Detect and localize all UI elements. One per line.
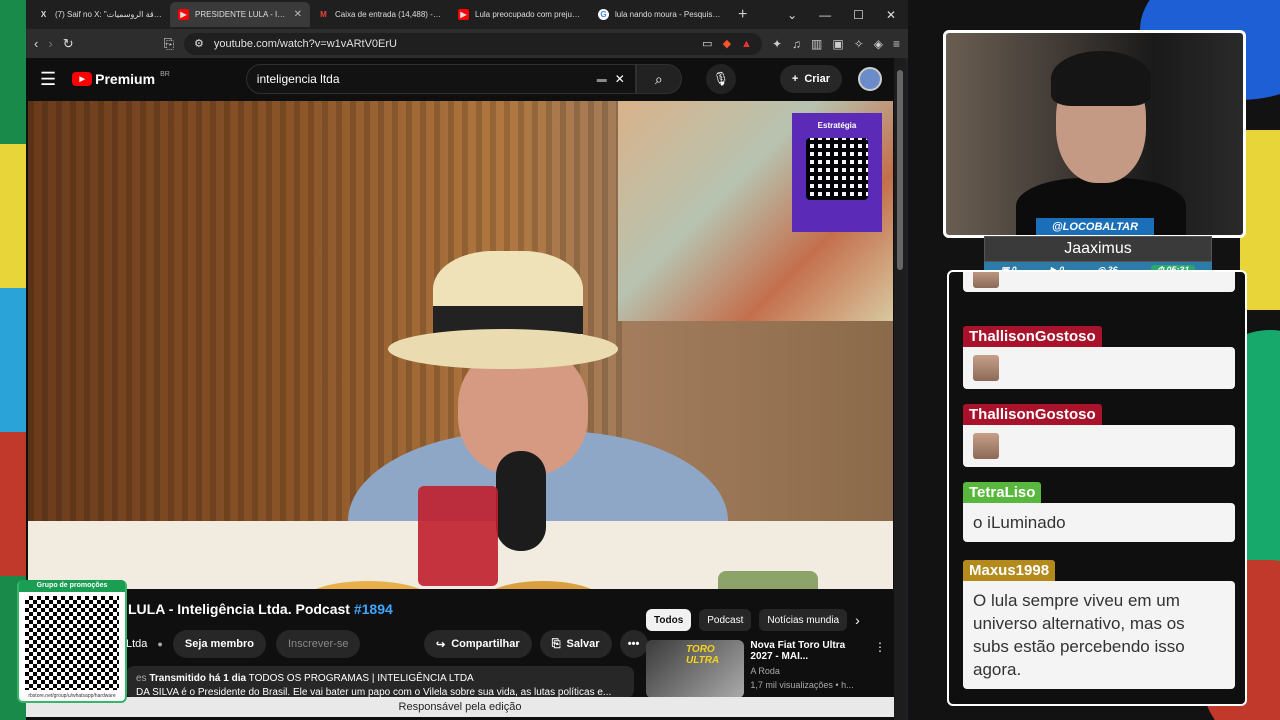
maximize-button[interactable]: ☐ (853, 8, 864, 22)
chat-message: ThallisonGostoso (963, 326, 1235, 389)
cast-icon[interactable]: ▭ (702, 37, 712, 50)
bookmark-save-icon: ⎘ (551, 637, 561, 650)
channel-row: Ltda ● Seja membro Inscrever-se (126, 630, 361, 658)
forward-icon[interactable]: › (48, 36, 52, 51)
recommended-video[interactable]: TORO ULTRA Nova Fiat Toro Ultra 2027 - M… (646, 640, 886, 700)
chat-message: ThallisonGostoso (963, 404, 1235, 467)
extensions-icon[interactable]: ✦ (772, 37, 782, 51)
browser-toolbar: ‹ › ↻ ⎘ ⚙ youtube.com/watch?v=w1vARtV0Er… (26, 29, 908, 58)
search-button[interactable]: ⌕ (635, 64, 682, 94)
plus-icon: + (791, 73, 799, 85)
page-scrollbar[interactable] (894, 58, 906, 720)
featured-name: Jaaximus (984, 236, 1212, 262)
share-icon: ↪ (436, 638, 446, 651)
more-actions-button[interactable]: ••• (619, 630, 648, 658)
subscribe-button[interactable]: Inscrever-se (275, 630, 361, 658)
face-emote-icon (973, 355, 999, 381)
share-button[interactable]: ↪ Compartilhar (424, 630, 532, 658)
search-icon: ⌕ (654, 70, 663, 87)
more-vert-icon[interactable]: ⋮ (874, 640, 886, 700)
sponsor-qr-overlay: Estratégia (792, 113, 882, 232)
chip-podcast[interactable]: Podcast (699, 609, 752, 631)
tab-google[interactable]: G lula nando moura - Pesquisa Go... (590, 2, 730, 27)
video-player[interactable]: Estratégia (28, 101, 893, 589)
youtube-icon: ▶ (458, 9, 469, 20)
chat-message: Maxus1998 O lula sempre viveu em um univ… (963, 560, 1235, 689)
address-bar[interactable]: ⚙ youtube.com/watch?v=w1vARtV0ErU ▭ ◆ ▲ (184, 32, 762, 55)
face-emote-icon (973, 272, 999, 288)
chat-message (963, 272, 1235, 292)
promo-qr-overlay: Grupo de promoções rbstore.net/group/u/w… (17, 580, 127, 703)
search-input[interactable]: inteligencia ltda ▬ ✕ (245, 64, 636, 94)
close-window-button[interactable]: ✕ (886, 8, 896, 22)
microphone-icon: 🎙 (712, 71, 730, 86)
chevron-right-icon[interactable]: › (855, 612, 860, 628)
promo-qr-code (25, 596, 119, 690)
bookmark-icon[interactable]: ⎘ (164, 36, 174, 52)
vpn-icon[interactable]: ◈ (874, 37, 883, 51)
hamburger-menu-icon[interactable]: ☰ (40, 69, 56, 90)
close-tab-icon[interactable]: ✕ (294, 9, 302, 20)
video-actions: ↪ Compartilhar ⎘ Salvar ••• (424, 630, 648, 658)
leo-icon[interactable]: ✧ (854, 37, 864, 51)
media-icon[interactable]: ♫ (792, 37, 801, 51)
join-button[interactable]: Seja membro (172, 630, 266, 658)
clear-search-icon[interactable]: ✕ (615, 72, 625, 86)
new-tab-button[interactable]: + (730, 6, 755, 24)
youtube-icon: ▶ (178, 9, 189, 20)
verified-icon: ● (157, 639, 163, 649)
back-icon[interactable]: ‹ (34, 36, 38, 51)
recommended-thumbnail[interactable]: TORO ULTRA (646, 640, 745, 698)
youtube-logo[interactable]: ▶ Premium BR (72, 71, 170, 87)
chip-all[interactable]: Todos (646, 609, 692, 631)
video-title: LULA - Inteligência Ltda. Podcast #1894 (128, 601, 393, 617)
chip-world-news[interactable]: Notícias mundia (759, 609, 848, 631)
wallet-icon[interactable]: ▣ (832, 37, 843, 51)
youtube-header: ☰ ▶ Premium BR inteligencia ltda ▬ ✕ ⌕ 🎙… (26, 58, 896, 100)
gmail-icon: M (320, 10, 327, 19)
voice-search-button[interactable]: 🎙 (705, 64, 736, 94)
account-avatar[interactable] (858, 67, 882, 91)
youtube-page: ☰ ▶ Premium BR inteligencia ltda ▬ ✕ ⌕ 🎙… (26, 58, 896, 720)
editor-footer: Responsável pela edição (26, 697, 894, 717)
google-icon: G (598, 9, 609, 20)
tab-gmail[interactable]: M Caixa de entrada (14,488) - theb... (310, 2, 450, 27)
minimize-button[interactable]: — (819, 8, 831, 22)
tab-youtube-lula[interactable]: ▶ PRESIDENTE LULA - Inte... ✕ (170, 2, 310, 27)
create-button[interactable]: + Criar (779, 65, 842, 93)
brave-rewards-icon[interactable]: ▲ (741, 38, 752, 50)
face-emote-icon (973, 433, 999, 459)
brave-shield-icon[interactable]: ◆ (723, 37, 731, 50)
streamer-handle: @LOCOBALTAR (1036, 218, 1154, 235)
browser-window: X (7) Saif no X: "بطاقة الروسميات ... ▶ … (26, 0, 908, 720)
youtube-play-icon: ▶ (72, 72, 93, 86)
channel-name[interactable]: Ltda (126, 638, 147, 650)
tab-x[interactable]: X (7) Saif no X: "بطاقة الروسميات ... (30, 2, 170, 27)
menu-icon[interactable]: ≡ (893, 37, 900, 51)
chat-message: TetraLiso o iLuminado (963, 482, 1235, 542)
description-box[interactable]: es Transmitido há 1 dia TODOS OS PROGRAM… (126, 666, 634, 698)
reload-icon[interactable]: ↻ (63, 36, 74, 52)
webcam-feed (943, 30, 1246, 238)
chat-panel: ThallisonGostoso ThallisonGostoso TetraL… (947, 270, 1247, 706)
related-chips: Todos Podcast Notícias mundia › (646, 609, 860, 631)
x-icon: X (40, 10, 47, 19)
tab-youtube-2[interactable]: ▶ Lula preocupado com prejuízo e... (450, 2, 590, 27)
keyboard-icon[interactable]: ▬ (597, 74, 607, 85)
sidebar-icon[interactable]: ▥ (811, 37, 822, 51)
site-settings-icon[interactable]: ⚙ (194, 37, 204, 50)
sponsor-qr-code (806, 138, 868, 200)
save-button[interactable]: ⎘ Salvar (539, 630, 612, 658)
tab-search-icon[interactable]: ⌄ (787, 8, 797, 22)
tab-strip: X (7) Saif no X: "بطاقة الروسميات ... ▶ … (26, 0, 908, 29)
